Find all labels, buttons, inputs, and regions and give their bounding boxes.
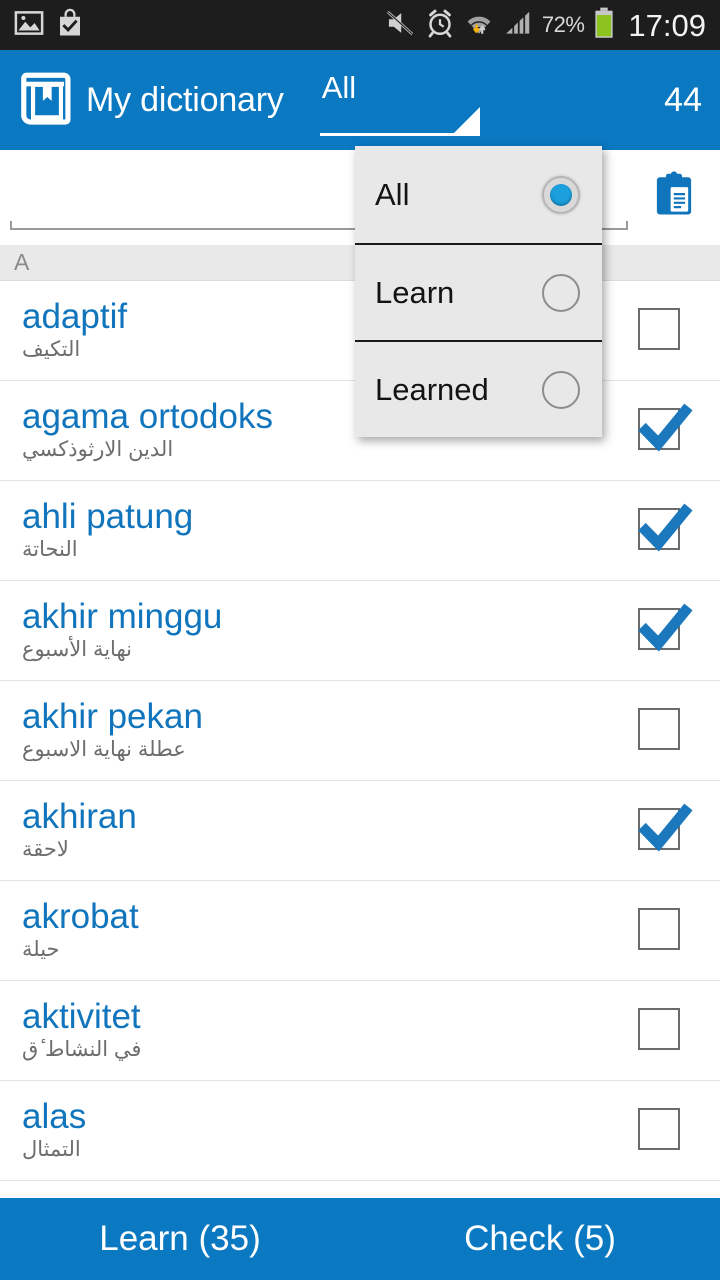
status-bar-left-icons: [14, 8, 84, 43]
checkbox-box: [638, 707, 680, 750]
spinner-underline: [319, 133, 480, 136]
word-checkbox[interactable]: [638, 1107, 684, 1154]
word-checkbox[interactable]: [638, 603, 693, 654]
table-row[interactable]: aktivitet في النشاط ٔق: [0, 981, 720, 1081]
word-term: akhir minggu: [22, 596, 223, 636]
radio-button[interactable]: [542, 370, 580, 409]
mute-icon: [384, 8, 416, 43]
word-checkbox[interactable]: [638, 403, 693, 454]
checkbox-box: [638, 907, 680, 950]
checkbox-box: [638, 307, 680, 350]
word-translation: النحاتة: [22, 538, 78, 562]
status-bar-right-icons: 72% 17:09: [384, 7, 706, 44]
word-term: akhir pekan: [22, 696, 203, 736]
battery-icon: [593, 7, 615, 44]
table-row[interactable]: akhir minggu نهاية الأسبوع: [0, 581, 720, 681]
word-translation: عطلة نهاية الاسبوع: [22, 738, 186, 762]
check-button-label: Check (5): [464, 1219, 616, 1258]
word-term: akhiran: [22, 796, 137, 836]
table-row[interactable]: alas التمثال: [0, 1081, 720, 1181]
wifi-data-icon: [464, 8, 494, 43]
word-checkbox[interactable]: [638, 503, 693, 554]
dropdown-item-all[interactable]: All: [355, 146, 602, 243]
word-texts: akhir pekan عطلة نهاية الاسبوع: [22, 696, 638, 763]
word-texts: akhir minggu نهاية الأسبوع: [22, 596, 638, 663]
word-translation: لاحقة: [22, 838, 69, 862]
filter-spinner[interactable]: All: [319, 64, 480, 136]
filter-spinner-value: All: [321, 70, 357, 105]
dropdown-item-label: All: [375, 176, 410, 212]
word-texts: aktivitet في النشاط ٔق: [22, 996, 638, 1063]
filter-dropdown-popup[interactable]: All Learn Learned: [355, 146, 602, 437]
checkbox-box: [638, 1107, 680, 1150]
word-term: akrobat: [22, 896, 139, 936]
shopping-bag-check-icon: [56, 8, 84, 43]
table-row[interactable]: akhir pekan عطلة نهاية الاسبوع: [0, 681, 720, 781]
app-bar: My dictionary All 44: [0, 50, 720, 150]
check-button[interactable]: Check (5): [360, 1198, 720, 1280]
word-translation: الدين الارثوذكسي: [22, 438, 174, 462]
table-row[interactable]: akhiran لاحقة: [0, 781, 720, 881]
section-header-letter: A: [14, 249, 30, 275]
word-texts: akrobat حيلة: [22, 896, 638, 963]
word-term: alas: [22, 1096, 87, 1136]
dropdown-item-label: Learn: [375, 274, 455, 310]
status-bar: 72% 17:09: [0, 0, 720, 50]
word-translation: نهاية الأسبوع: [22, 638, 132, 662]
image-icon: [14, 8, 44, 43]
word-checkbox[interactable]: [638, 1007, 684, 1054]
word-checkbox[interactable]: [638, 907, 684, 954]
dropdown-item-learned[interactable]: Learned: [355, 340, 602, 437]
table-row[interactable]: ahli patung النحاتة: [0, 481, 720, 581]
radio-button[interactable]: [542, 273, 580, 312]
word-translation: التمثال: [22, 1138, 81, 1162]
word-translation: في النشاط ٔق: [22, 1038, 142, 1062]
word-checkbox[interactable]: [638, 803, 693, 854]
dropdown-item-label: Learned: [375, 371, 489, 407]
alarm-icon: [425, 8, 455, 43]
page-title: My dictionary: [86, 80, 284, 119]
word-translation: حيلة: [22, 938, 60, 962]
check-icon: [636, 800, 694, 863]
battery-percent: 72%: [541, 12, 585, 37]
word-checkbox[interactable]: [638, 307, 684, 354]
learn-button[interactable]: Learn (35): [0, 1198, 360, 1280]
check-icon: [636, 600, 694, 663]
word-term: aktivitet: [22, 996, 141, 1036]
check-icon: [636, 500, 694, 563]
word-texts: alas التمثال: [22, 1096, 638, 1163]
dropdown-item-learn[interactable]: Learn: [355, 243, 602, 340]
learn-button-label: Learn (35): [99, 1219, 261, 1258]
book-bookmark-icon: [16, 67, 78, 134]
radio-button[interactable]: [542, 175, 580, 214]
chevron-down-icon: [453, 107, 480, 133]
table-row[interactable]: akrobat حيلة: [0, 881, 720, 981]
word-checkbox[interactable]: [638, 707, 684, 754]
word-texts: ahli patung النحاتة: [22, 496, 638, 563]
clock: 17:09: [628, 7, 706, 43]
check-icon: [636, 400, 694, 463]
bottom-action-bar: Learn (35) Check (5): [0, 1198, 720, 1280]
word-term: ahli patung: [22, 496, 194, 536]
clipboard-button[interactable]: [642, 166, 706, 230]
checkbox-box: [638, 1007, 680, 1050]
clipboard-icon: [648, 169, 700, 226]
word-texts: akhiran لاحقة: [22, 796, 638, 863]
signal-bars-icon: [503, 8, 533, 43]
word-count-badge: 44: [664, 80, 702, 119]
